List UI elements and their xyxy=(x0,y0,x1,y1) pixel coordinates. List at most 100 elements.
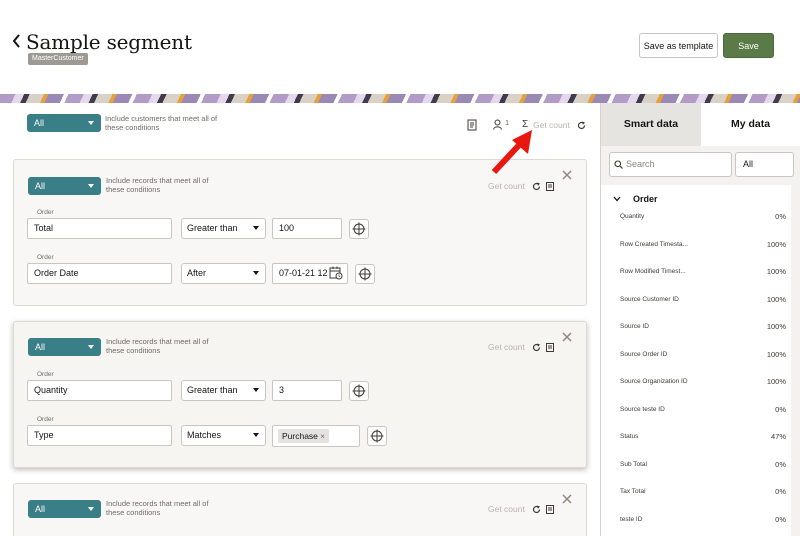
attribute-fill-rate: 47% xyxy=(770,432,786,441)
crosshair-button[interactable] xyxy=(355,264,375,284)
chevron-down-icon xyxy=(88,121,94,125)
attribute-list-item[interactable]: Source Order ID xyxy=(620,351,667,358)
attribute-fill-rate: 0% xyxy=(775,405,786,414)
chevron-down-icon xyxy=(253,271,259,275)
attribute-field[interactable]: Type xyxy=(27,425,172,446)
get-count-link[interactable]: Get count xyxy=(533,120,570,130)
attribute-list-item[interactable]: Quantity xyxy=(620,213,644,220)
attribute-fill-rate: 100% xyxy=(766,240,786,249)
attribute-list-item[interactable]: teste ID xyxy=(620,516,642,523)
refresh-icon[interactable] xyxy=(532,182,541,191)
refresh-icon[interactable] xyxy=(577,121,586,130)
crosshair-icon xyxy=(352,222,366,236)
crosshair-button[interactable] xyxy=(349,381,369,401)
chevron-down-icon xyxy=(88,184,94,188)
chevron-down-icon[interactable] xyxy=(613,196,621,202)
close-icon[interactable] xyxy=(562,332,572,342)
card-condition-select[interactable]: All xyxy=(28,177,101,195)
operator-value: Matches xyxy=(187,430,222,440)
chevron-down-icon xyxy=(253,388,259,392)
crosshair-icon xyxy=(358,267,372,281)
attribute-fill-rate: 0% xyxy=(775,212,786,221)
close-icon[interactable] xyxy=(562,170,572,180)
save-button[interactable]: Save xyxy=(723,33,774,58)
card-get-count-link[interactable]: Get count xyxy=(488,342,525,352)
operator-select[interactable]: Greater than xyxy=(181,218,266,239)
side-filter-select[interactable]: All xyxy=(735,152,794,177)
list-icon[interactable] xyxy=(546,505,554,514)
remove-chip-icon[interactable]: × xyxy=(320,432,325,441)
chevron-down-icon xyxy=(88,345,94,349)
operator-select[interactable]: Matches xyxy=(181,425,266,446)
operator-select[interactable]: Greater than xyxy=(181,380,266,401)
attribute-list-item[interactable]: Source Organization ID xyxy=(620,378,688,385)
refresh-icon[interactable] xyxy=(532,505,541,514)
operator-value: After xyxy=(187,268,207,278)
attribute-group-label: Order xyxy=(37,254,54,261)
calendar-clock-icon[interactable] xyxy=(329,266,343,280)
attribute-field[interactable]: Total xyxy=(27,218,172,239)
tab-my-data[interactable]: My data xyxy=(701,103,800,146)
attribute-fill-rate: 100% xyxy=(766,295,786,304)
card-get-count-link[interactable]: Get count xyxy=(488,504,525,514)
list-icon[interactable] xyxy=(546,343,554,352)
card-condition-hint: Include records that meet all of these c… xyxy=(106,499,209,517)
attribute-fill-rate: 0% xyxy=(775,460,786,469)
back-chevron-icon[interactable] xyxy=(11,33,23,49)
value-input[interactable]: 3 xyxy=(272,380,342,401)
value-input[interactable]: 100 xyxy=(272,218,342,239)
operator-value: Greater than xyxy=(187,223,238,233)
card-get-count-link[interactable]: Get count xyxy=(488,181,525,191)
card-condition-value: All xyxy=(35,342,46,352)
tab-smart-data[interactable]: Smart data xyxy=(601,103,701,146)
page-header: Sample segment MasterCustomer Save as te… xyxy=(0,0,800,94)
card-condition-value: All xyxy=(35,504,46,514)
top-condition-hint: Include customers that meet all of these… xyxy=(105,114,218,132)
crosshair-button[interactable] xyxy=(349,219,369,239)
attribute-list-item[interactable]: Status xyxy=(620,433,638,440)
side-search-input[interactable]: Search xyxy=(609,152,732,177)
card-condition-hint: Include records that meet all of these c… xyxy=(106,337,209,355)
attribute-list-item[interactable]: Row Created Timesta... xyxy=(620,241,688,248)
attribute-group-header[interactable]: Order xyxy=(633,194,658,204)
attribute-list-item[interactable]: Row Modified Timest... xyxy=(620,268,686,275)
attribute-field[interactable]: Order Date xyxy=(27,263,172,284)
attribute-list xyxy=(601,185,800,536)
export-list-icon[interactable] xyxy=(467,119,478,131)
attribute-fill-rate: 100% xyxy=(766,322,786,331)
top-condition-value: All xyxy=(34,118,45,128)
attribute-list-item[interactable]: Tax Total xyxy=(620,488,646,495)
crosshair-icon xyxy=(370,429,384,443)
operator-select[interactable]: After xyxy=(181,263,266,284)
operator-value: Greater than xyxy=(187,385,238,395)
value-chip: Purchase × xyxy=(278,429,329,443)
card-condition-select[interactable]: All xyxy=(28,500,101,518)
close-icon[interactable] xyxy=(562,494,572,504)
attribute-fill-rate: 100% xyxy=(766,350,786,359)
date-value: 07-01-21 12 xyxy=(279,268,328,278)
attribute-list-item[interactable]: Sub Total xyxy=(620,461,647,468)
card-condition-hint: Include records that meet all of these c… xyxy=(106,176,209,194)
search-placeholder: Search xyxy=(626,159,655,169)
chevron-down-icon xyxy=(253,433,259,437)
crosshair-icon xyxy=(352,384,366,398)
attribute-group-label: Order xyxy=(37,209,54,216)
save-as-template-button[interactable]: Save as template xyxy=(639,33,718,58)
chevron-down-icon xyxy=(88,507,94,511)
attribute-list-item[interactable]: Source ID xyxy=(620,323,649,330)
page-title: Sample segment xyxy=(26,30,192,54)
attribute-list-item[interactable]: Source Customer ID xyxy=(620,296,679,303)
attribute-group-label: Order xyxy=(37,371,54,378)
card-condition-select[interactable]: All xyxy=(28,338,101,356)
refresh-icon[interactable] xyxy=(532,343,541,352)
attribute-field[interactable]: Quantity xyxy=(27,380,172,401)
crosshair-button[interactable] xyxy=(367,426,387,446)
chevron-down-icon xyxy=(253,226,259,230)
attribute-list-item[interactable]: Source teste ID xyxy=(620,406,665,413)
attribute-list-scrollbar[interactable] xyxy=(791,185,800,536)
attribute-fill-rate: 100% xyxy=(766,267,786,276)
chip-label: Purchase xyxy=(282,431,318,441)
annotation-arrow-icon xyxy=(491,130,532,175)
list-icon[interactable] xyxy=(546,182,554,191)
top-condition-select[interactable]: All xyxy=(27,114,101,132)
